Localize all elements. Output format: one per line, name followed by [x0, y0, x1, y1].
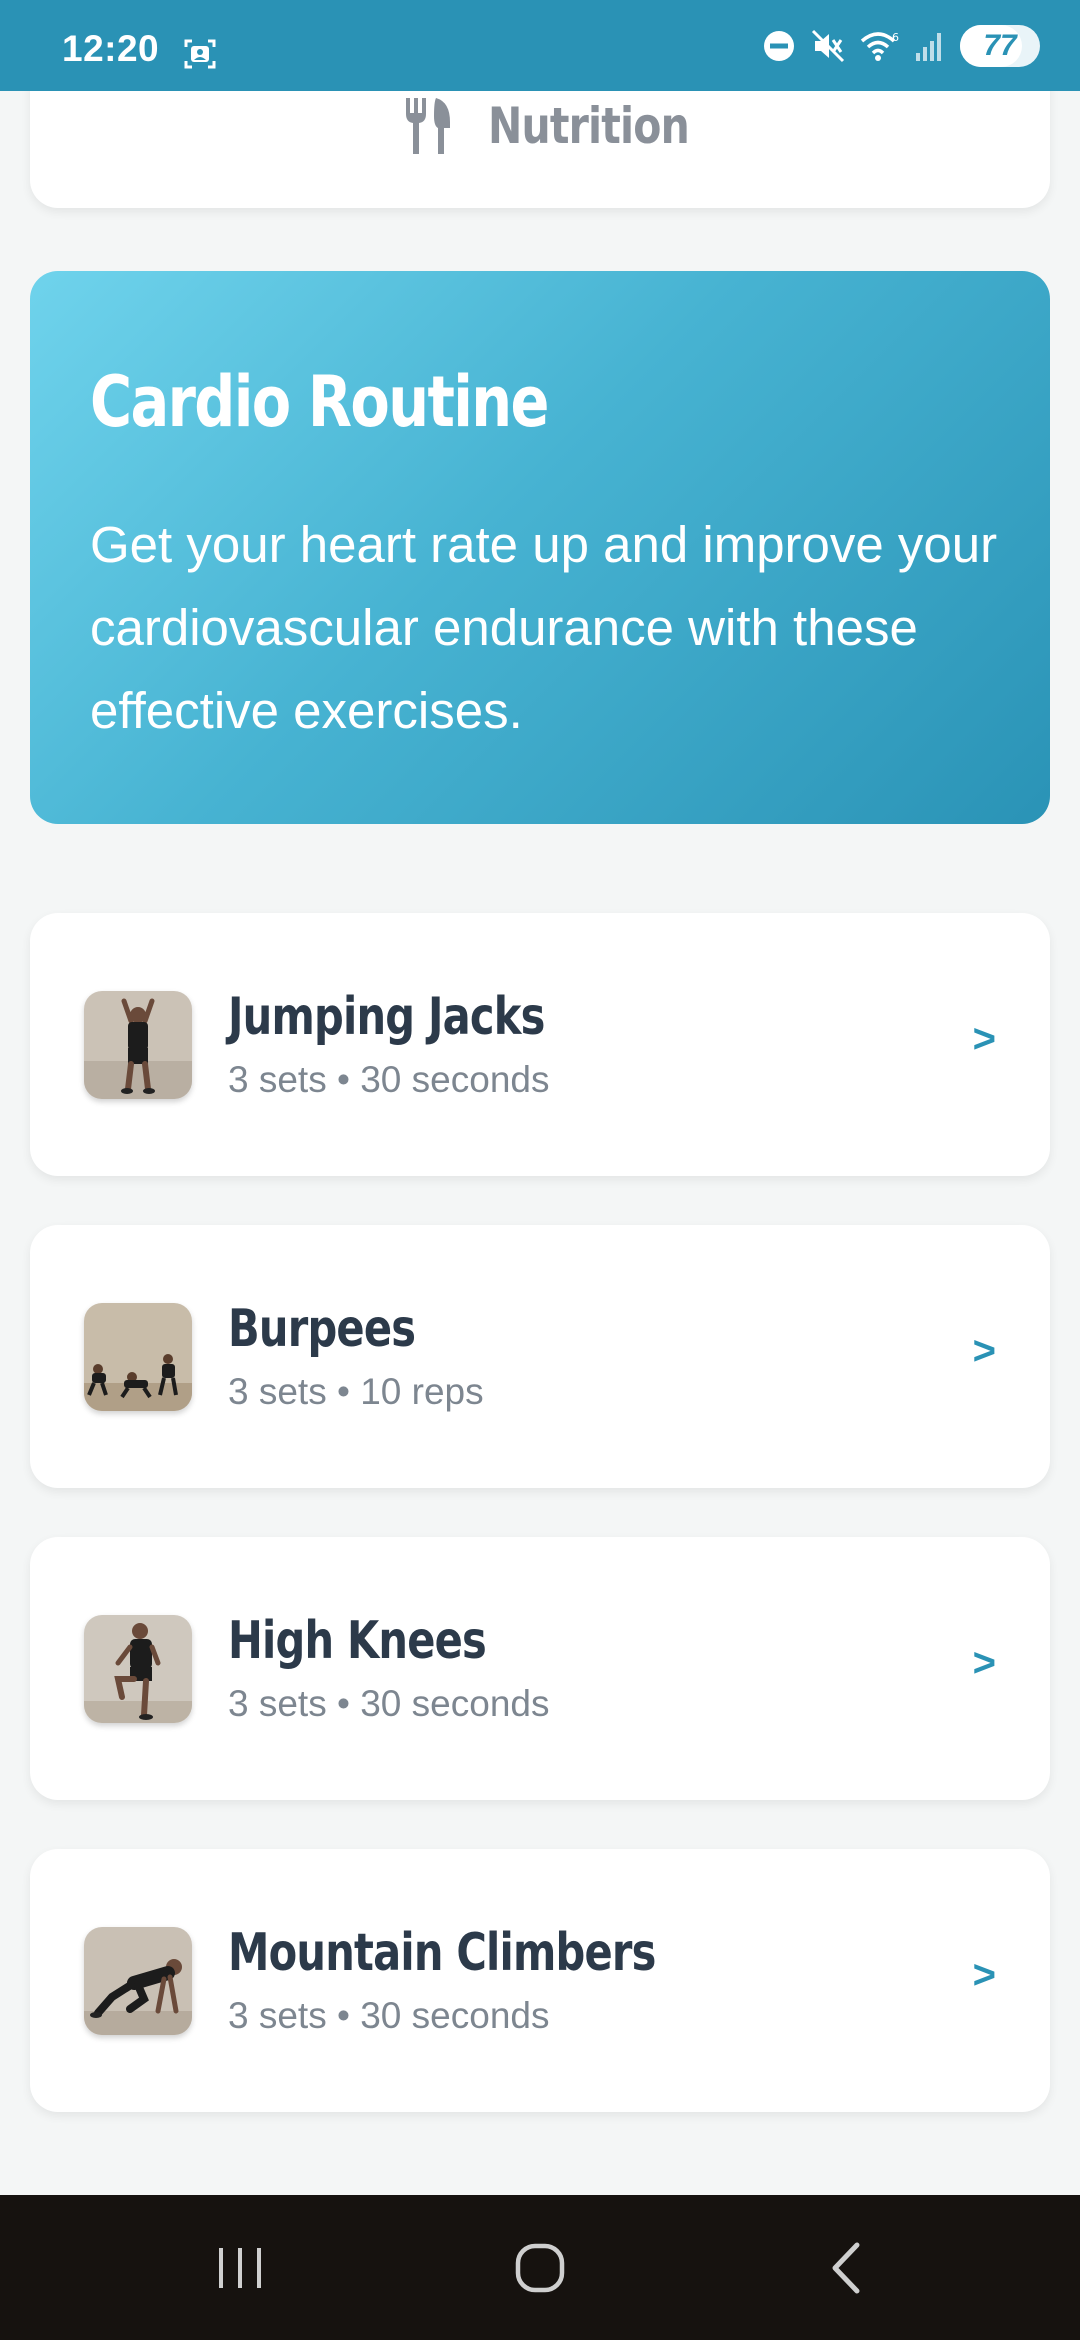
- nutrition-label: Nutrition: [488, 97, 690, 155]
- status-time: 12:20: [62, 28, 160, 69]
- exercise-name: Jumping Jacks: [228, 987, 545, 1047]
- exercise-thumbnail: [84, 1303, 192, 1411]
- exercise-card-high-knees[interactable]: High Knees 3 sets • 30 seconds >: [30, 1537, 1050, 1800]
- status-icons: 6 77: [762, 22, 1040, 70]
- chevron-right-icon[interactable]: >: [973, 1329, 996, 1374]
- exercise-detail: 3 sets • 30 seconds: [228, 1059, 550, 1100]
- exercise-card-jumping-jacks[interactable]: Jumping Jacks 3 sets • 30 seconds >: [30, 913, 1050, 1176]
- navigation-bar: [0, 2195, 1080, 2340]
- wifi-icon: 6: [860, 31, 899, 61]
- home-button[interactable]: [440, 2195, 640, 2340]
- exercise-card-mountain-climbers[interactable]: Mountain Climbers 3 sets • 30 seconds >: [30, 1849, 1050, 2112]
- svg-text:6: 6: [892, 31, 899, 44]
- back-button[interactable]: [745, 2195, 945, 2340]
- screen: 12:20 6 77 Nutrition Cardio Routine Get …: [0, 0, 1080, 2340]
- cardio-hero-card: Cardio Routine Get your heart rate up an…: [30, 271, 1050, 824]
- back-icon: [832, 2242, 860, 2293]
- home-icon: [515, 2243, 565, 2292]
- fork-knife-icon: [406, 98, 450, 154]
- hero-title: Cardio Routine: [90, 361, 549, 443]
- exercise-detail: 3 sets • 30 seconds: [228, 1995, 550, 2036]
- nutrition-row: Nutrition: [30, 96, 1050, 156]
- hero-description: Get your heart rate up and improve your …: [90, 516, 998, 739]
- battery-level: 77: [983, 29, 1017, 62]
- chevron-right-icon[interactable]: >: [973, 1641, 996, 1686]
- chevron-right-icon[interactable]: >: [973, 1017, 996, 1062]
- exercise-name: Mountain Climbers: [228, 1923, 656, 1983]
- exercise-thumbnail: [84, 1927, 192, 2035]
- exercise-card-burpees[interactable]: Burpees 3 sets • 10 reps >: [30, 1225, 1050, 1488]
- recent-apps-button[interactable]: [140, 2195, 340, 2340]
- battery-icon: 77: [960, 25, 1040, 67]
- mute-icon: [811, 29, 845, 63]
- status-bar: 12:20 6 77: [0, 0, 1080, 91]
- do-not-disturb-icon: [764, 31, 794, 61]
- signal-icon: [916, 33, 941, 61]
- recent-apps-icon: [219, 2247, 261, 2288]
- exercise-detail: 3 sets • 30 seconds: [228, 1683, 550, 1724]
- exercise-thumbnail: [84, 1615, 192, 1723]
- exercise-name: High Knees: [228, 1611, 487, 1671]
- exercise-thumbnail: [84, 991, 192, 1099]
- screenshot-icon: [184, 39, 216, 69]
- chevron-right-icon[interactable]: >: [973, 1953, 996, 1998]
- exercise-detail: 3 sets • 10 reps: [228, 1371, 484, 1412]
- exercise-name: Burpees: [228, 1299, 416, 1359]
